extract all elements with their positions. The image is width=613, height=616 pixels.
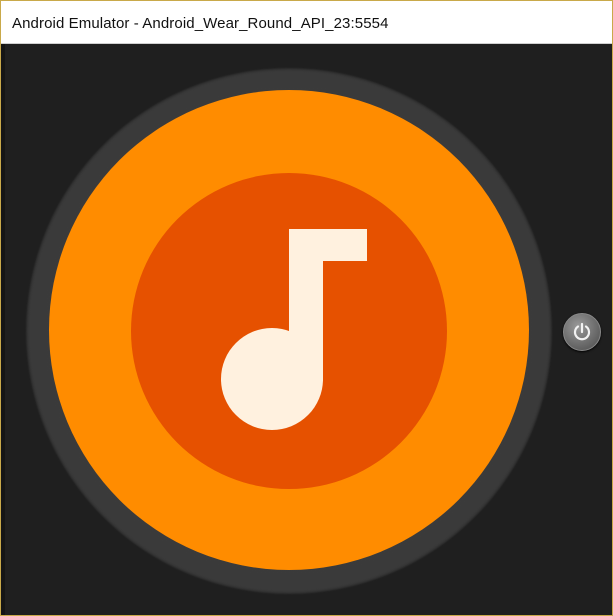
window-left-edge: [1, 44, 5, 615]
emulator-window: Android Emulator - Android_Wear_Round_AP…: [0, 0, 613, 616]
music-note-icon: [221, 229, 367, 430]
title-bar[interactable]: Android Emulator - Android_Wear_Round_AP…: [1, 1, 612, 44]
power-icon: [573, 322, 591, 341]
power-button[interactable]: [563, 313, 601, 351]
window-title: Android Emulator - Android_Wear_Round_AP…: [12, 15, 389, 32]
